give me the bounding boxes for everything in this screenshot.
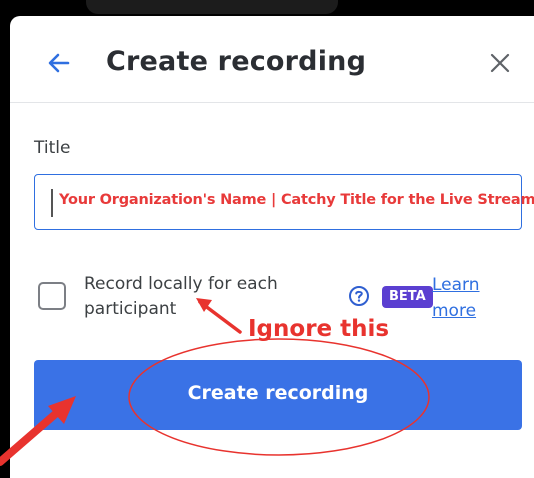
back-arrow-icon[interactable] <box>46 50 72 76</box>
dialog-title: Create recording <box>106 46 367 77</box>
close-icon[interactable] <box>488 51 512 75</box>
text-caret <box>51 189 53 217</box>
help-icon[interactable] <box>348 285 370 307</box>
record-locally-label: Record locally for each participant <box>84 274 278 319</box>
title-input-value: Your Organization's Name | Catchy Title … <box>59 192 534 208</box>
create-recording-dialog: Create recording Title Your Organization… <box>10 16 534 478</box>
title-field-label: Title <box>34 138 71 158</box>
dialog-header: Create recording <box>10 16 534 103</box>
create-recording-button[interactable]: Create recording <box>34 360 522 430</box>
top-bar-pill <box>86 0 338 14</box>
record-locally-checkbox[interactable] <box>38 282 66 310</box>
learn-more-link[interactable]: Learn more <box>432 272 492 324</box>
annotation-ignore-text: Ignore this <box>248 316 390 342</box>
beta-badge: BETA <box>382 286 433 308</box>
create-recording-button-label: Create recording <box>187 382 369 404</box>
title-input[interactable]: Your Organization's Name | Catchy Title … <box>34 174 534 230</box>
